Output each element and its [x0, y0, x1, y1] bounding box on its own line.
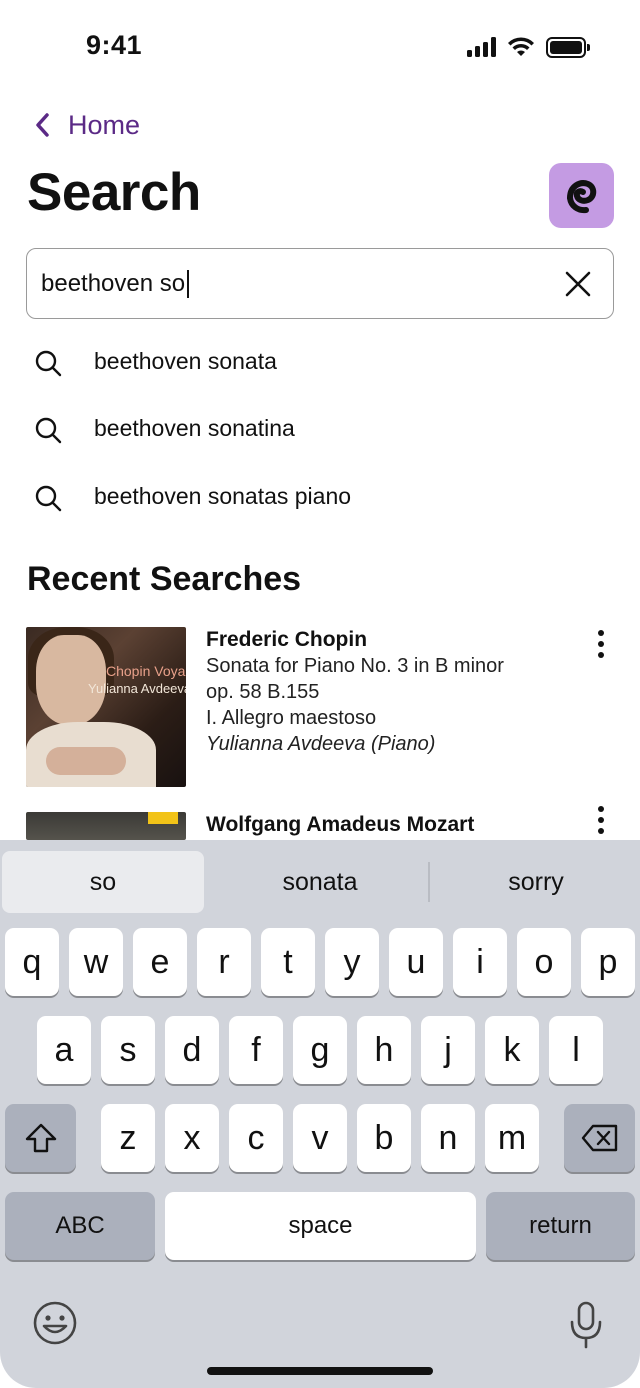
predictive-bar: so sonata sorry [0, 840, 640, 926]
battery-icon [546, 36, 590, 58]
suggestion-item[interactable]: beethoven sonatina [0, 399, 640, 459]
suggestion-item[interactable]: beethoven sonata [0, 332, 640, 392]
key-y[interactable]: y [325, 928, 379, 996]
brand-logo[interactable] [549, 163, 614, 228]
key-m[interactable]: m [485, 1104, 539, 1172]
chevron-left-icon [30, 108, 54, 142]
search-icon [35, 417, 62, 444]
composer-name: Wolfgang Amadeus Mozart [206, 813, 475, 836]
search-input[interactable]: beethoven so [26, 248, 614, 319]
key-r[interactable]: r [197, 928, 251, 996]
status-bar: 9:41 [0, 0, 640, 96]
space-key[interactable]: space [165, 1192, 476, 1260]
key-q[interactable]: q [5, 928, 59, 996]
search-icon [35, 485, 62, 512]
keyboard: so sonata sorry q w e r t y u i o p a s … [0, 840, 640, 1388]
key-e[interactable]: e [133, 928, 187, 996]
shift-key[interactable] [5, 1104, 76, 1172]
prediction-item[interactable]: sonata [212, 851, 428, 913]
delete-key[interactable] [564, 1104, 635, 1172]
more-options-button[interactable] [586, 800, 616, 840]
album-cover-artist: Yulianna Avdeeva [88, 681, 186, 696]
key-a[interactable]: a [37, 1016, 91, 1084]
performer-line: Yulianna Avdeeva (Piano) [206, 731, 576, 757]
suggestion-text: beethoven sonatina [94, 415, 295, 441]
clear-search-button[interactable] [561, 267, 595, 301]
album-cover-title: Chopin Voyage [106, 663, 186, 679]
text-caret [187, 269, 190, 298]
key-z[interactable]: z [101, 1104, 155, 1172]
back-label: Home [68, 109, 141, 140]
key-i[interactable]: i [453, 928, 507, 996]
key-x[interactable]: x [165, 1104, 219, 1172]
key-w[interactable]: w [69, 928, 123, 996]
close-icon [565, 271, 591, 297]
status-time: 9:41 [86, 30, 143, 60]
status-icons [467, 36, 590, 58]
home-indicator [207, 1367, 433, 1375]
key-t[interactable]: t [261, 928, 315, 996]
recent-search-item[interactable]: Chopin Voyage Yulianna Avdeeva Frederic … [0, 627, 640, 787]
performer-name: Yulianna Avdeeva [206, 733, 366, 755]
key-h[interactable]: h [357, 1016, 411, 1084]
key-c[interactable]: c [229, 1104, 283, 1172]
recent-item-details: Wolfgang Amadeus Mozart [206, 812, 576, 838]
key-n[interactable]: n [421, 1104, 475, 1172]
suggestion-text: beethoven sonatas piano [94, 483, 352, 509]
movement-title: I. Allegro maestoso [206, 707, 377, 729]
backspace-icon [581, 1124, 617, 1152]
key-b[interactable]: b [357, 1104, 411, 1172]
prediction-item[interactable]: sorry [432, 851, 640, 913]
album-cover: Chopin Voyage Yulianna Avdeeva [26, 627, 186, 787]
more-options-button[interactable] [586, 624, 616, 664]
microphone-icon[interactable] [568, 1300, 604, 1350]
shift-arrow-icon [25, 1123, 56, 1153]
work-title-line-2: op. 58 B.155 [206, 681, 320, 703]
search-icon [35, 350, 62, 377]
composer-name: Frederic Chopin [206, 628, 368, 651]
key-d[interactable]: d [165, 1016, 219, 1084]
performer-role: (Piano) [370, 733, 436, 755]
app-logo-icon [566, 179, 596, 213]
key-p[interactable]: p [581, 928, 635, 996]
work-title-line-1: Sonata for Piano No. 3 in B minor [206, 655, 504, 677]
key-v[interactable]: v [293, 1104, 347, 1172]
recent-search-item[interactable]: Wolfgang Amadeus Mozart [0, 806, 640, 840]
return-key[interactable]: return [486, 1192, 635, 1260]
album-cover [26, 812, 186, 840]
abc-key[interactable]: ABC [5, 1192, 155, 1260]
prediction-divider [428, 862, 430, 902]
recent-searches-title: Recent Searches [27, 560, 302, 598]
prediction-item[interactable]: so [2, 851, 204, 913]
key-o[interactable]: o [517, 928, 571, 996]
back-button[interactable]: Home [30, 108, 140, 142]
page-title: Search [27, 163, 201, 222]
suggestion-text: beethoven sonata [94, 348, 277, 374]
key-g[interactable]: g [293, 1016, 347, 1084]
key-j[interactable]: j [421, 1016, 475, 1084]
key-k[interactable]: k [485, 1016, 539, 1084]
recent-item-details: Frederic Chopin Sonata for Piano No. 3 i… [206, 627, 576, 757]
suggestion-item[interactable]: beethoven sonatas piano [0, 467, 640, 527]
key-u[interactable]: u [389, 928, 443, 996]
emoji-icon[interactable] [32, 1300, 78, 1346]
search-input-value: beethoven so [41, 269, 186, 297]
key-f[interactable]: f [229, 1016, 283, 1084]
cellular-signal-icon [467, 37, 496, 57]
key-l[interactable]: l [549, 1016, 603, 1084]
key-s[interactable]: s [101, 1016, 155, 1084]
wifi-icon [508, 37, 534, 56]
